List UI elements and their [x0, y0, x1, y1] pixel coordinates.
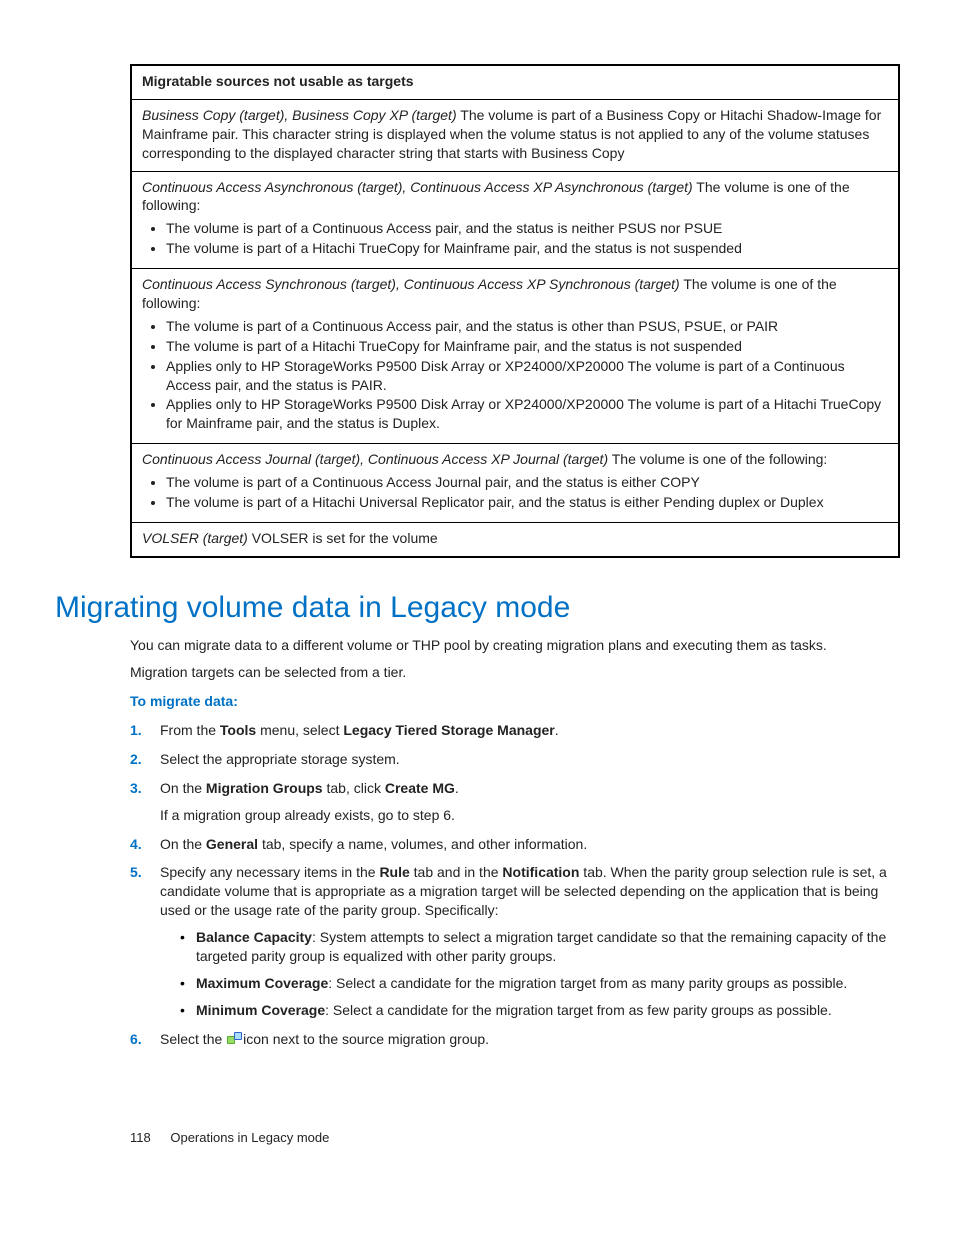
sources-targets-table: Migratable sources not usable as targets… — [130, 64, 900, 558]
section-heading: Migrating volume data in Legacy mode — [55, 588, 884, 629]
step-number: 3. — [130, 779, 142, 798]
section-name: Operations in Legacy mode — [170, 1130, 329, 1145]
step-number: 4. — [130, 835, 142, 854]
row-bullet: Applies only to HP StorageWorks P9500 Di… — [166, 395, 888, 433]
row-bullet: The volume is part of a Hitachi TrueCopy… — [166, 239, 888, 258]
row-text: The volume is one of the following: — [608, 451, 827, 467]
row-bullet: The volume is part of a Hitachi TrueCopy… — [166, 337, 888, 356]
step-6: 6. Select the icon next to the source mi… — [130, 1030, 900, 1049]
table-row: VOLSER (target) VOLSER is set for the vo… — [131, 522, 899, 556]
step-5: 5. Specify any necessary items in the Ru… — [130, 863, 900, 1019]
table-header: Migratable sources not usable as targets — [131, 65, 899, 99]
procedure-subhead: To migrate data: — [130, 692, 900, 711]
step-1: 1. From the Tools menu, select Legacy Ti… — [130, 721, 900, 740]
row-prefix: Continuous Access Synchronous (target), … — [142, 276, 680, 292]
step-2: 2. Select the appropriate storage system… — [130, 750, 900, 769]
row-prefix: Continuous Access Journal (target), Cont… — [142, 451, 608, 467]
table-row: Continuous Access Asynchronous (target),… — [131, 171, 899, 269]
row-bullet: The volume is part of a Continuous Acces… — [166, 317, 888, 336]
row-prefix: VOLSER (target) — [142, 530, 248, 546]
step-3: 3. On the Migration Groups tab, click Cr… — [130, 779, 900, 825]
row-prefix: Business Copy (target), Business Copy XP… — [142, 107, 457, 123]
table-row: Business Copy (target), Business Copy XP… — [131, 99, 899, 171]
row-bullet: Applies only to HP StorageWorks P9500 Di… — [166, 357, 888, 395]
page-number: 118 — [130, 1130, 151, 1145]
step-sub-bullet: Balance Capacity: System attempts to sel… — [180, 928, 900, 966]
step-sub-bullet: Maximum Coverage: Select a candidate for… — [180, 974, 900, 993]
row-prefix: Continuous Access Asynchronous (target),… — [142, 179, 693, 195]
step-number: 5. — [130, 863, 142, 882]
intro-paragraph: You can migrate data to a different volu… — [130, 636, 900, 655]
migration-group-icon — [227, 1032, 242, 1046]
step-number: 6. — [130, 1030, 142, 1049]
step-4: 4. On the General tab, specify a name, v… — [130, 835, 900, 854]
row-text: VOLSER is set for the volume — [248, 530, 438, 546]
table-row: Continuous Access Synchronous (target), … — [131, 269, 899, 444]
procedure-steps: 1. From the Tools menu, select Legacy Ti… — [130, 721, 900, 1049]
row-bullet: The volume is part of a Continuous Acces… — [166, 473, 888, 492]
step-number: 1. — [130, 721, 142, 740]
intro-paragraph: Migration targets can be selected from a… — [130, 663, 900, 682]
row-bullet: The volume is part of a Hitachi Universa… — [166, 493, 888, 512]
row-bullet: The volume is part of a Continuous Acces… — [166, 219, 888, 238]
page-footer: 118 Operations in Legacy mode — [130, 1129, 884, 1147]
step-note: If a migration group already exists, go … — [160, 806, 900, 825]
table-row: Continuous Access Journal (target), Cont… — [131, 444, 899, 523]
step-sub-bullet: Minimum Coverage: Select a candidate for… — [180, 1001, 900, 1020]
step-number: 2. — [130, 750, 142, 769]
